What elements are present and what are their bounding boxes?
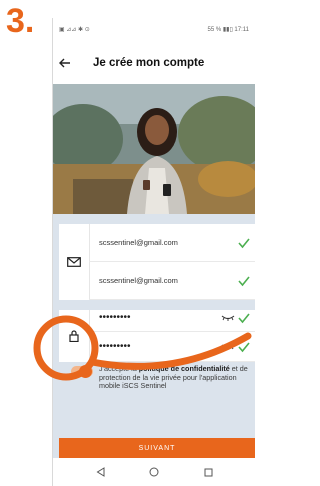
toggle-knob <box>79 365 92 378</box>
check-icon <box>238 342 250 353</box>
status-icons-right: 55 % ▮▮▯ 17:11 <box>207 26 249 33</box>
hero-image <box>53 84 255 214</box>
password-confirm-field[interactable] <box>99 341 217 352</box>
step-number: 3. <box>6 2 35 40</box>
arrow-left-icon[interactable] <box>59 55 79 71</box>
consent-toggle[interactable] <box>71 365 93 378</box>
eye-closed-icon[interactable] <box>221 342 235 352</box>
password-confirm-row <box>89 332 255 362</box>
password-field[interactable] <box>99 312 217 323</box>
status-bar: ▣ ⊿⊿ ✱ ⊙ 55 % ▮▮▯ 17:11 <box>53 18 255 40</box>
consent-text: J'accepte la politique de confidentialit… <box>99 364 255 391</box>
circle-home-icon[interactable] <box>147 465 161 479</box>
password-group <box>59 310 255 362</box>
eye-closed-icon[interactable] <box>221 313 235 323</box>
check-icon <box>238 313 250 324</box>
password-row <box>89 304 255 332</box>
app-bar: Je crée mon compte <box>53 52 255 74</box>
triangle-back-icon[interactable] <box>93 465 107 479</box>
consent-row: J'accepte la politique de confidentialit… <box>61 364 255 402</box>
system-nav-bar <box>53 458 255 486</box>
phone-screen: ▣ ⊿⊿ ✱ ⊙ 55 % ▮▮▯ 17:11 Je crée mon comp… <box>52 18 255 486</box>
envelope-icon <box>59 224 90 300</box>
email-confirm-row <box>89 262 255 300</box>
status-icons-left: ▣ ⊿⊿ ✱ ⊙ <box>59 26 90 33</box>
email-group <box>59 224 255 300</box>
page-title: Je crée mon compte <box>93 57 205 69</box>
check-icon <box>238 276 250 287</box>
square-recents-icon[interactable] <box>201 465 215 479</box>
email-field[interactable] <box>99 238 217 247</box>
check-icon <box>238 238 250 249</box>
lock-icon <box>59 310 90 362</box>
email-row <box>89 224 255 262</box>
email-confirm-field[interactable] <box>99 276 217 285</box>
next-button[interactable]: SUIVANT <box>59 438 255 458</box>
